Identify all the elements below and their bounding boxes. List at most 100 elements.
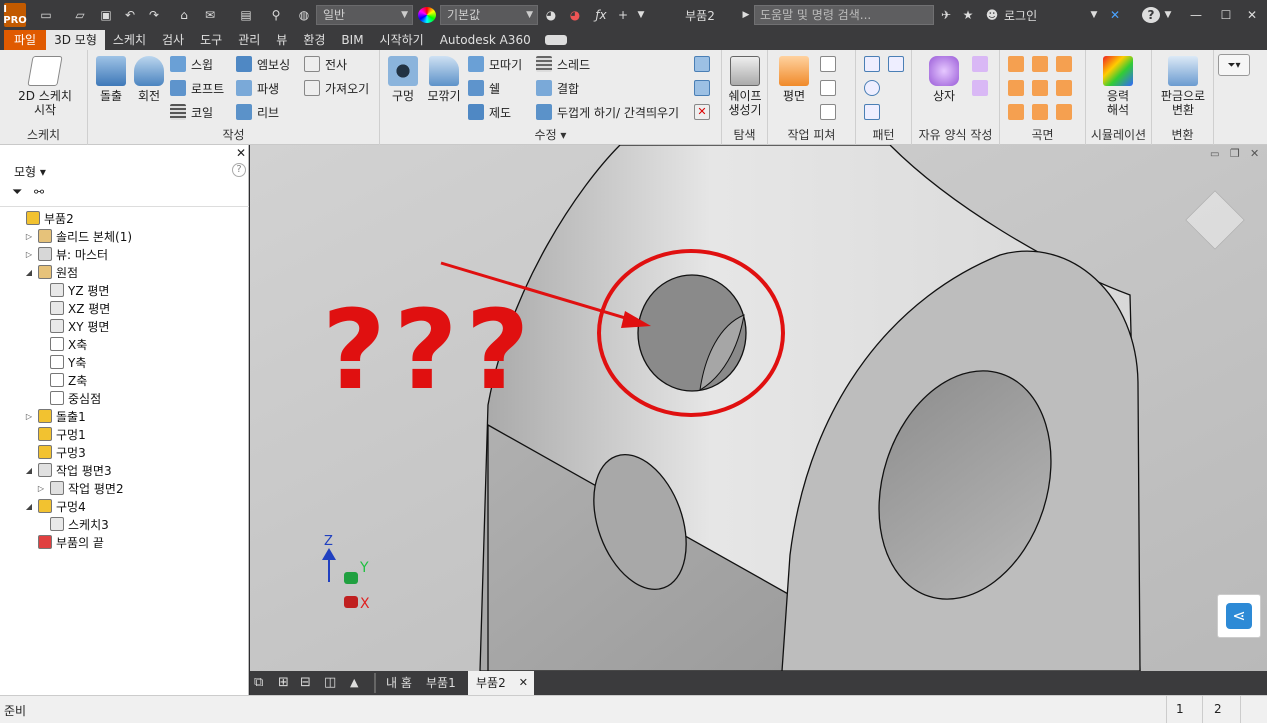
appearance-icon[interactable]: ◍ [294,6,314,24]
tree-node[interactable]: ▷ 뷰: 마스터 [24,245,108,263]
patch-button[interactable] [1056,54,1077,74]
exchange-icon[interactable]: ✈ [938,6,954,24]
tab-file[interactable]: 파일 [4,30,47,50]
browser-title-dropdown[interactable]: 모형 ▾ [14,163,46,180]
tab-my-home[interactable]: 내 홈 [380,671,418,695]
expand-toggle-icon[interactable]: ▷ [24,250,34,259]
expand-toggle-icon[interactable]: ▷ [36,484,46,493]
minimize-icon[interactable]: ▭ [1210,149,1219,160]
box-button[interactable]: 상자 [922,56,966,103]
login-button[interactable]: 로그인 [1004,6,1054,24]
expand-toggle-icon[interactable]: ◢ [24,466,34,475]
home-icon[interactable]: ⌂ [174,6,194,24]
extrude-button[interactable]: 돌출 [92,56,130,103]
maximize-icon[interactable]: ☐ [1216,6,1236,24]
close-icon[interactable]: ✕ [1250,147,1259,160]
hole-button[interactable]: 구멍 [384,56,422,103]
chevron-down-icon[interactable]: ▼ [1088,6,1100,24]
tab-a360[interactable]: Autodesk A360 [432,30,539,50]
import-button[interactable]: 가져오기 [304,78,369,98]
filter-icon[interactable]: ⏷ [12,185,22,200]
tree-node[interactable]: ◢ 원점 [24,263,78,281]
update-icon[interactable]: ▤ [236,6,256,24]
axis-button[interactable] [820,54,841,74]
tab-inspect[interactable]: 검사 [154,30,192,50]
revolve-button[interactable]: 회전 [130,56,168,103]
measure-icon[interactable]: ⚲ [266,6,286,24]
user-icon[interactable]: ☻ [984,6,1000,24]
share-button[interactable]: ⋖ [1217,594,1261,638]
mirror-button[interactable] [888,54,909,74]
expand-toggle-icon[interactable]: ▷ [24,412,34,421]
chamfer-button[interactable]: 모따기 [468,54,522,74]
repair-button[interactable] [1032,102,1053,122]
expand-toggle-icon[interactable]: ◢ [24,502,34,511]
crosshair-icon[interactable]: + [614,6,632,24]
fit-mesh-button[interactable] [1056,102,1077,122]
tree-node[interactable]: 중심점 [36,389,101,407]
chevron-up-icon[interactable]: ▲ [350,671,368,695]
ribbon-collapse-toggle[interactable] [539,30,573,50]
clear-override-icon[interactable]: ◕ [566,6,584,24]
tile-horizontal-icon[interactable]: ⊟ [300,671,318,695]
extend-button[interactable] [1032,78,1053,98]
tab-tools[interactable]: 도구 [192,30,230,50]
tree-node[interactable]: ▷ 돌출1 [24,407,86,425]
tree-node[interactable]: ◢ 작업 평면3 [24,461,112,479]
thicken-offset-button[interactable]: 두껍게 하기/ 간격띄우기 [536,102,679,122]
tree-node[interactable]: YZ 평면 [36,281,109,299]
shell-button[interactable]: 쉘 [468,78,500,98]
replace-face-button[interactable] [694,54,715,74]
ucs-button[interactable] [820,102,841,122]
ribbon-options-dropdown[interactable]: ⏷▾ [1218,54,1250,76]
help-icon[interactable]: ? [1142,7,1160,23]
sketch-pattern-button[interactable] [864,102,885,122]
stitch-button[interactable] [1008,54,1029,74]
fillet-button[interactable]: 모깎기 [422,56,466,103]
tab-sketch[interactable]: 스케치 [105,30,154,50]
tab-part1[interactable]: 부품1 [420,671,462,695]
fx-icon[interactable]: ƒx [592,6,610,24]
select-icon[interactable]: ✉ [200,6,220,24]
save-icon[interactable]: ▣ [96,6,116,24]
thread-button[interactable]: 스레드 [536,54,590,74]
tree-node[interactable]: ▷ 작업 평면2 [36,479,124,497]
tile-vertical-icon[interactable]: ◫ [324,671,342,695]
tree-node[interactable]: XY 평면 [36,317,109,335]
search-input[interactable]: 도움말 및 명령 검색... [754,5,934,25]
loft-button[interactable]: 로프트 [170,78,224,98]
stress-analysis-button[interactable]: 응력 해석 [1092,56,1144,117]
help-icon[interactable]: ? [232,163,246,177]
combine-button[interactable]: 결합 [536,78,579,98]
close-icon[interactable]: ✕ [1242,6,1262,24]
open-icon[interactable]: ▱ [70,6,90,24]
tab-get-started[interactable]: 시작하기 [372,30,432,50]
tab-manage[interactable]: 관리 [230,30,268,50]
tab-environments[interactable]: 환경 [295,30,333,50]
convert-sheet-metal-button[interactable]: 판금으로 변환 [1156,56,1210,117]
tab-part2[interactable]: 부품2 ✕ [468,671,534,695]
tree-node[interactable]: ◢ 구멍4 [24,497,86,515]
tree-node[interactable]: ▷ 솔리드 본체(1) [24,227,132,245]
new-icon[interactable]: ▭ [36,6,56,24]
sculpt-button[interactable] [1032,54,1053,74]
split-button[interactable] [694,78,715,98]
tree-node[interactable]: X축 [36,335,87,353]
start-2d-sketch-button[interactable]: 2D 스케치 시작 [10,56,80,117]
color-wheel-icon[interactable] [418,7,436,23]
color-override-icon[interactable]: ◕ [542,6,560,24]
chevron-down-icon[interactable]: ▼ [634,6,648,24]
restore-icon[interactable]: ❐ [1230,147,1240,160]
freeform-edit-button[interactable] [972,54,993,74]
graphics-viewport[interactable]: ??? ▭ ❐ ✕ ⋖ Z Y X [250,145,1267,671]
decal-button[interactable]: 전사 [304,54,347,74]
find-icon[interactable]: ⚯ [34,185,44,199]
tab-3d-model[interactable]: 3D 모형 [46,30,105,50]
material-combo[interactable]: 기본값 ▼ [440,5,538,25]
app-store-icon[interactable]: ✕ [1106,6,1124,24]
ruled-surface-button[interactable] [1008,102,1029,122]
minimize-icon[interactable]: — [1186,6,1206,24]
redo-icon[interactable]: ↷ [144,6,164,24]
tree-node[interactable]: XZ 평면 [36,299,110,317]
style-combo[interactable]: 일반 ▼ [316,5,413,25]
